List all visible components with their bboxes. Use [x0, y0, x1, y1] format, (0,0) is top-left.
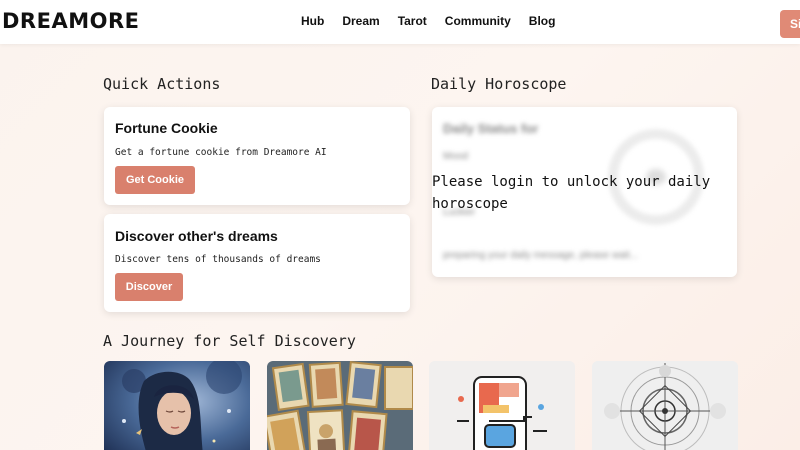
discover-button[interactable]: Discover [115, 273, 183, 301]
journey-tile-symbol[interactable] [592, 361, 738, 450]
daily-horoscope-title: Daily Horoscope [431, 75, 567, 93]
nav-community[interactable]: Community [445, 14, 511, 28]
quick-actions-title: Quick Actions [103, 75, 221, 93]
card-title: Discover other's dreams [115, 228, 278, 244]
top-navbar: DREAMORE Hub Dream Tarot Community Blog … [0, 0, 800, 44]
blurred-mood: Mood [443, 151, 469, 162]
card-description: Get a fortune cookie from Dreamore AI [115, 147, 327, 158]
get-cookie-button[interactable]: Get Cookie [115, 166, 195, 194]
card-title: Fortune Cookie [115, 120, 218, 136]
blurred-heading: Daily Status for [443, 121, 539, 136]
discover-dreams-card: Discover other's dreams Discover tens of… [104, 214, 410, 312]
login-lock-message: Please login to unlock your daily horosc… [432, 174, 711, 212]
blurred-footer: preparing your daily message, please wai… [443, 250, 639, 261]
nav-dream[interactable]: Dream [342, 14, 379, 28]
journey-tile-tarot[interactable] [267, 361, 413, 450]
dreaming-woman-image [104, 361, 250, 450]
card-description: Discover tens of thousands of dreams [115, 254, 321, 265]
nav-blog[interactable]: Blog [529, 14, 556, 28]
abstract-illustration [429, 361, 575, 450]
sacred-geometry-image [592, 361, 738, 450]
journey-title: A Journey for Self Discovery [103, 332, 356, 350]
main-nav: Hub Dream Tarot Community Blog [301, 14, 573, 28]
journey-tile-illustration[interactable] [429, 361, 575, 450]
signup-button[interactable]: Si [780, 10, 800, 38]
tarot-cards-image [267, 361, 413, 450]
journey-tile-dream[interactable] [104, 361, 250, 450]
nav-hub[interactable]: Hub [301, 14, 324, 28]
nav-tarot[interactable]: Tarot [398, 14, 427, 28]
fortune-cookie-card: Fortune Cookie Get a fortune cookie from… [104, 107, 410, 205]
logo[interactable]: DREAMORE [2, 9, 139, 33]
